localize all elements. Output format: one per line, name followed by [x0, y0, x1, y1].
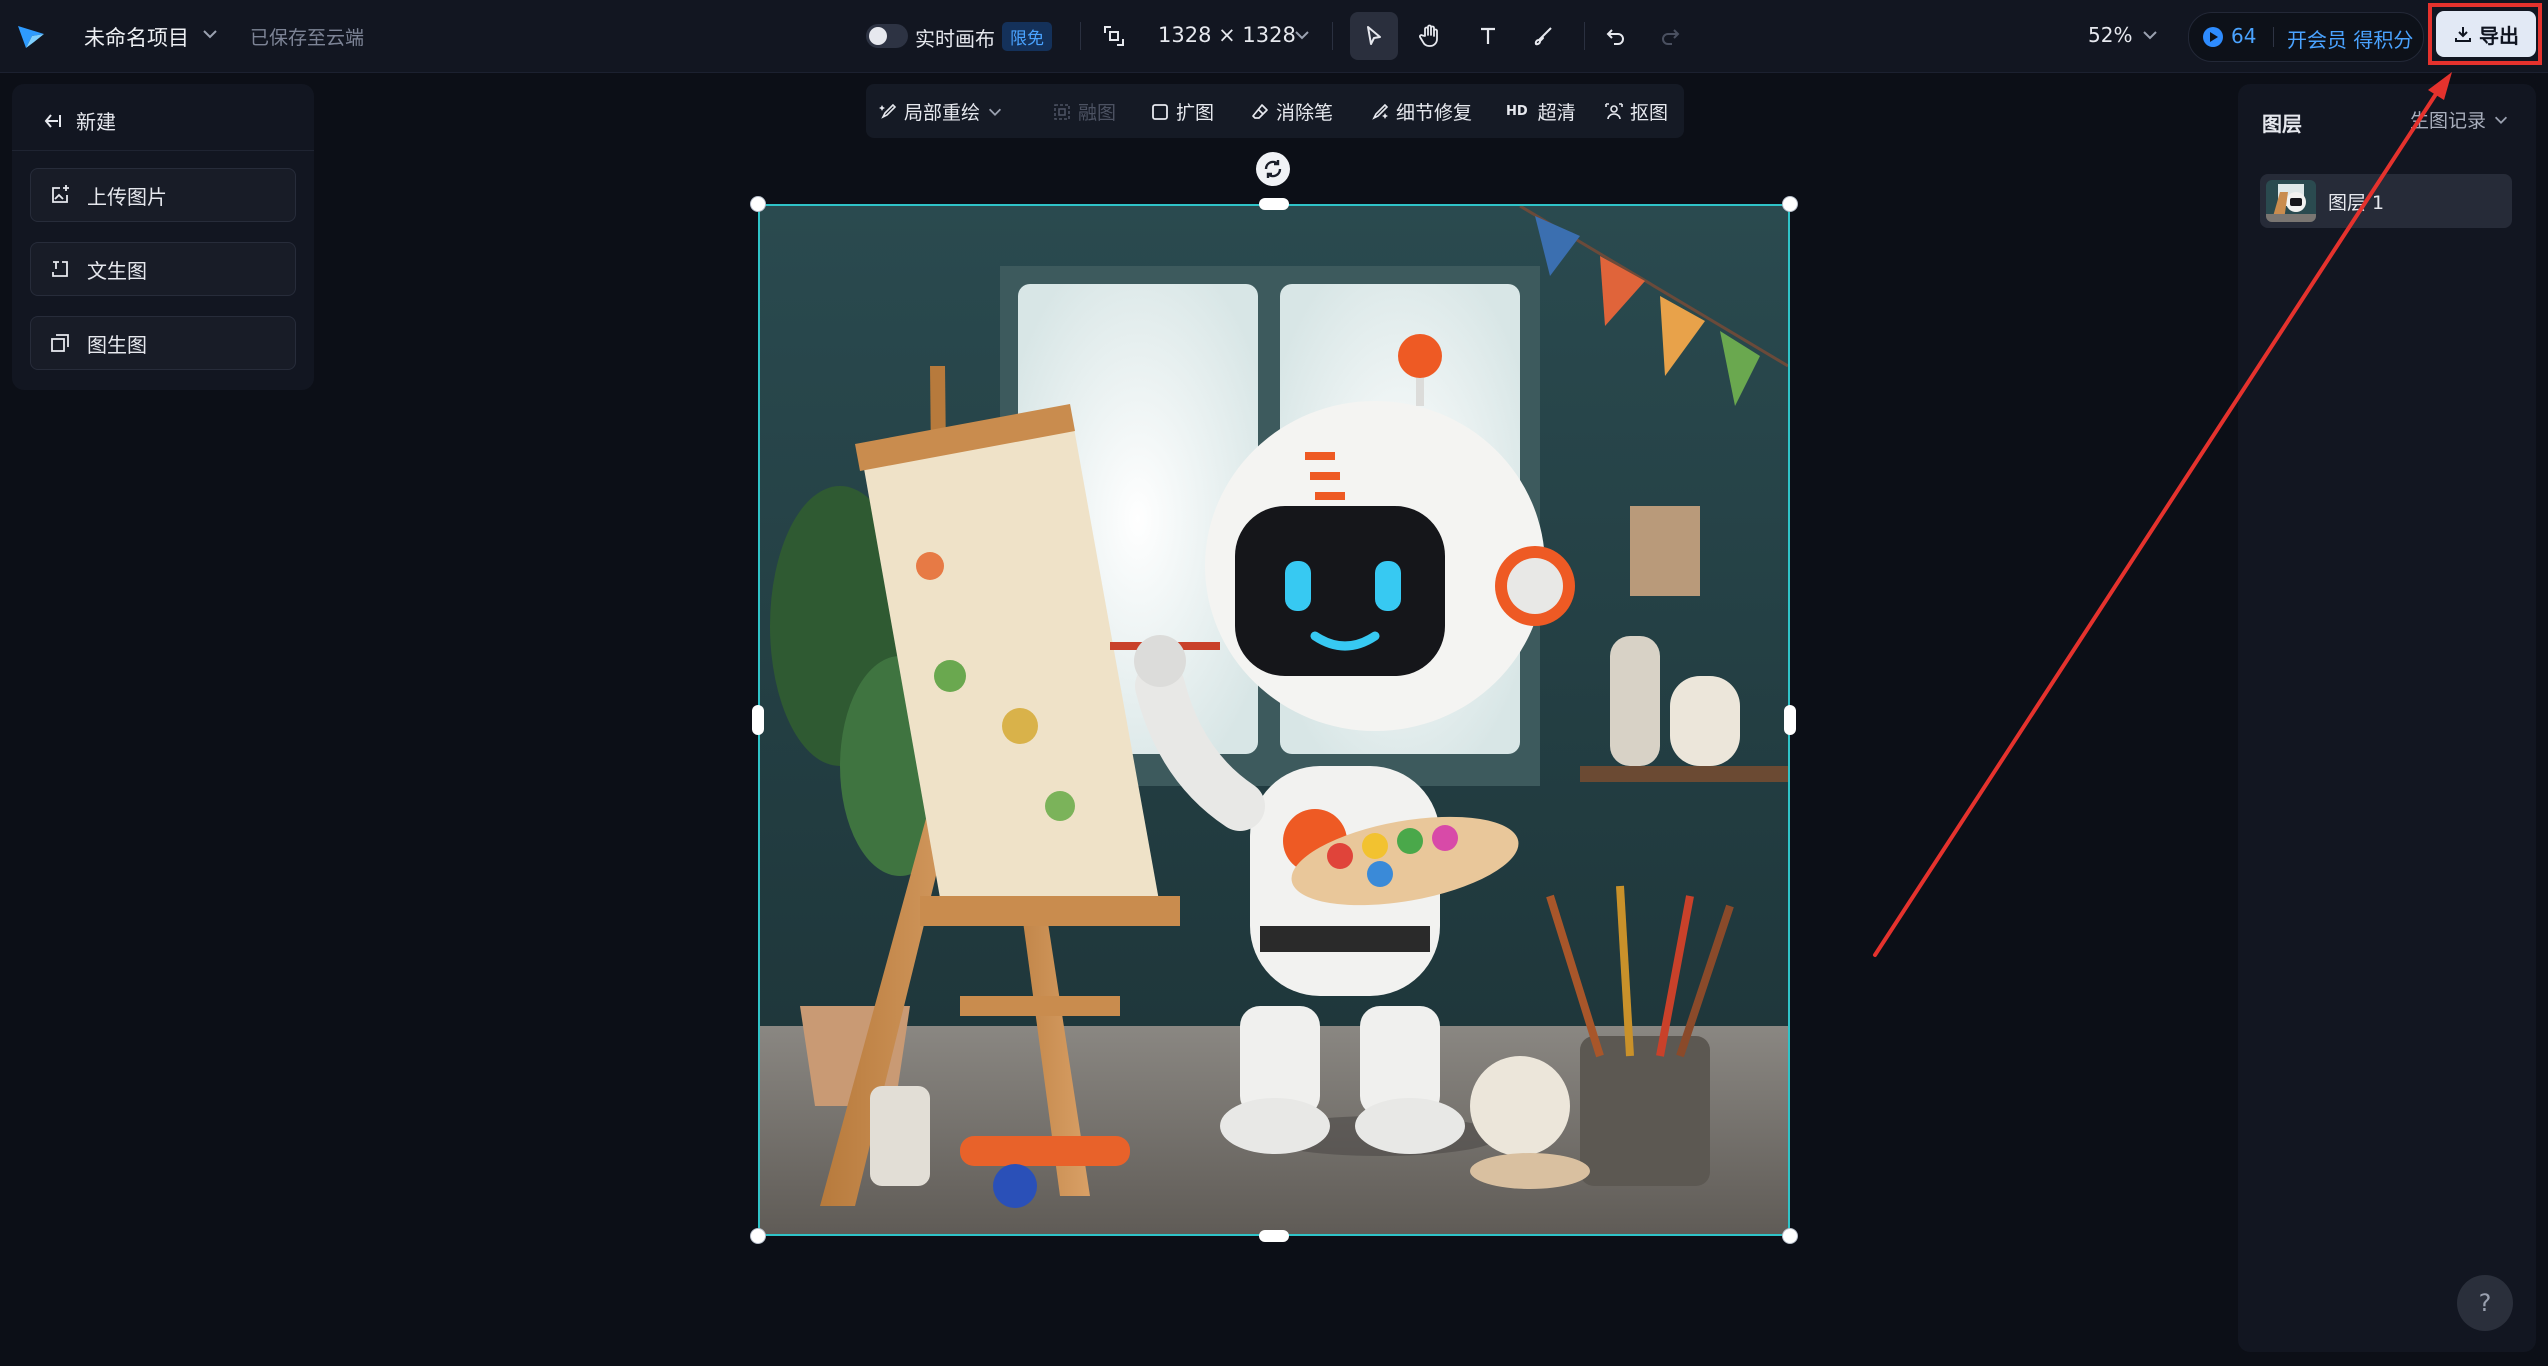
- undo-icon: [1606, 29, 1624, 45]
- credits-pill[interactable]: 64 开会员 得积分: [2188, 12, 2424, 62]
- hd-upscale-label: 超清: [1537, 102, 1576, 124]
- robot-painter-image: [760, 206, 1788, 1234]
- redo-icon: [1662, 29, 1680, 45]
- expand-label: 扩图: [1176, 102, 1215, 124]
- select-tool-button[interactable]: [1350, 12, 1398, 60]
- free-badge: 限免: [1002, 22, 1052, 51]
- upload-image-label: 上传图片: [87, 184, 167, 209]
- blend-button[interactable]: 融图: [1052, 98, 1116, 125]
- text-to-image-label: 文生图: [87, 258, 147, 283]
- divider: [12, 150, 314, 151]
- annotation-highlight-box: [2428, 3, 2542, 65]
- chevron-down-icon[interactable]: [1292, 25, 1312, 45]
- resize-icon[interactable]: [1100, 22, 1128, 50]
- layers-panel: 图层 生图记录 图层 1: [2238, 84, 2536, 1352]
- resize-handle-top[interactable]: [1259, 198, 1289, 210]
- detail-fix-label: 细节修复: [1396, 102, 1473, 124]
- redo-button[interactable]: [1646, 12, 1694, 60]
- hd-prefix: HD: [1506, 104, 1528, 119]
- brush-tool-button[interactable]: [1520, 12, 1568, 60]
- divider: [1080, 22, 1081, 50]
- detail-fix-button[interactable]: 细节修复: [1370, 98, 1472, 125]
- edit-toolbar: 局部重绘 融图 扩图 消除笔 细节修复 HD 超清 抠图: [866, 84, 1684, 138]
- chevron-down-icon[interactable]: [200, 24, 220, 44]
- rotate-handle[interactable]: [1256, 152, 1290, 186]
- image-to-image-icon: [51, 334, 69, 352]
- layer-thumbnail: [2266, 180, 2316, 222]
- text-tool-button[interactable]: [1464, 12, 1512, 60]
- inpaint-button[interactable]: 局部重绘: [878, 98, 1004, 125]
- divider: [1332, 22, 1333, 50]
- eraser-icon: [1252, 103, 1268, 119]
- help-button[interactable]: ?: [2457, 1275, 2513, 1331]
- zoom-level[interactable]: 52%: [2088, 23, 2132, 47]
- layer-name: 图层 1: [2328, 192, 2385, 214]
- canvas-size[interactable]: 1328 × 1328: [1158, 23, 1296, 47]
- realtime-canvas-label: 实时画布: [915, 27, 995, 51]
- upload-image-icon: [52, 185, 69, 203]
- detail-fix-icon: [1372, 103, 1389, 120]
- save-status: 已保存至云端: [250, 27, 365, 49]
- history-label: 生图记录: [2410, 110, 2487, 132]
- help-label: ?: [2478, 1289, 2492, 1317]
- rotate-icon: [1264, 160, 1282, 178]
- blend-icon: [1054, 103, 1070, 120]
- chevron-down-icon[interactable]: [986, 103, 1004, 121]
- inpaint-label: 局部重绘: [904, 102, 981, 124]
- canvas-image[interactable]: [758, 204, 1790, 1236]
- blend-label: 融图: [1078, 102, 1117, 124]
- back-arrow-icon: [44, 113, 61, 128]
- undo-button[interactable]: [1592, 12, 1640, 60]
- layer-item[interactable]: 图层 1: [2260, 174, 2512, 228]
- top-bar: 未命名项目 已保存至云端 实时画布 限免 1328 × 1328 52% 64 …: [0, 0, 2548, 73]
- cursor-arrow-icon: [1367, 26, 1381, 45]
- brush-magic-icon: [879, 103, 897, 119]
- resize-handle-top-right[interactable]: [1782, 196, 1798, 212]
- resize-handle-left[interactable]: [752, 705, 764, 735]
- resize-handle-top-left[interactable]: [750, 196, 766, 212]
- membership-link[interactable]: 开会员 得积分: [2287, 24, 2413, 53]
- eraser-label: 消除笔: [1276, 102, 1334, 124]
- app-logo-icon[interactable]: [16, 22, 46, 50]
- left-panel: 新建 上传图片 文生图 图生图: [12, 84, 314, 390]
- cutout-icon: [1605, 102, 1623, 119]
- hd-upscale-button[interactable]: HD 超清: [1506, 98, 1576, 125]
- resize-handle-bottom[interactable]: [1259, 1230, 1289, 1242]
- hand-icon: [1419, 24, 1438, 47]
- text-to-image-button[interactable]: 文生图: [30, 242, 296, 296]
- credit-count: 64: [2231, 24, 2257, 48]
- new-label: 新建: [76, 110, 116, 134]
- cutout-label: 抠图: [1630, 102, 1669, 124]
- generation-history-link[interactable]: 生图记录: [2410, 106, 2510, 133]
- resize-handle-bottom-right[interactable]: [1782, 1228, 1798, 1244]
- hand-tool-button[interactable]: [1406, 12, 1454, 60]
- resize-handle-bottom-left[interactable]: [750, 1228, 766, 1244]
- divider: [2273, 27, 2274, 47]
- new-button[interactable]: 新建: [42, 106, 116, 135]
- realtime-canvas-toggle[interactable]: [866, 24, 908, 48]
- text-icon: [1481, 27, 1495, 44]
- project-title[interactable]: 未命名项目: [84, 22, 189, 52]
- upload-image-button[interactable]: 上传图片: [30, 168, 296, 222]
- image-to-image-button[interactable]: 图生图: [30, 316, 296, 370]
- expand-button[interactable]: 扩图: [1150, 98, 1214, 125]
- text-to-image-icon: [52, 261, 68, 277]
- eraser-button[interactable]: 消除笔: [1250, 98, 1333, 125]
- chevron-down-icon[interactable]: [2140, 25, 2160, 45]
- credit-icon: [2203, 27, 2223, 47]
- chevron-down-icon: [2494, 116, 2508, 124]
- brush-icon: [1534, 27, 1552, 46]
- divider: [1584, 22, 1585, 50]
- expand-icon: [1152, 103, 1168, 120]
- layers-title: 图层: [2262, 112, 2302, 136]
- resize-handle-right[interactable]: [1784, 705, 1796, 735]
- cutout-button[interactable]: 抠图: [1604, 98, 1668, 125]
- image-to-image-label: 图生图: [87, 332, 147, 357]
